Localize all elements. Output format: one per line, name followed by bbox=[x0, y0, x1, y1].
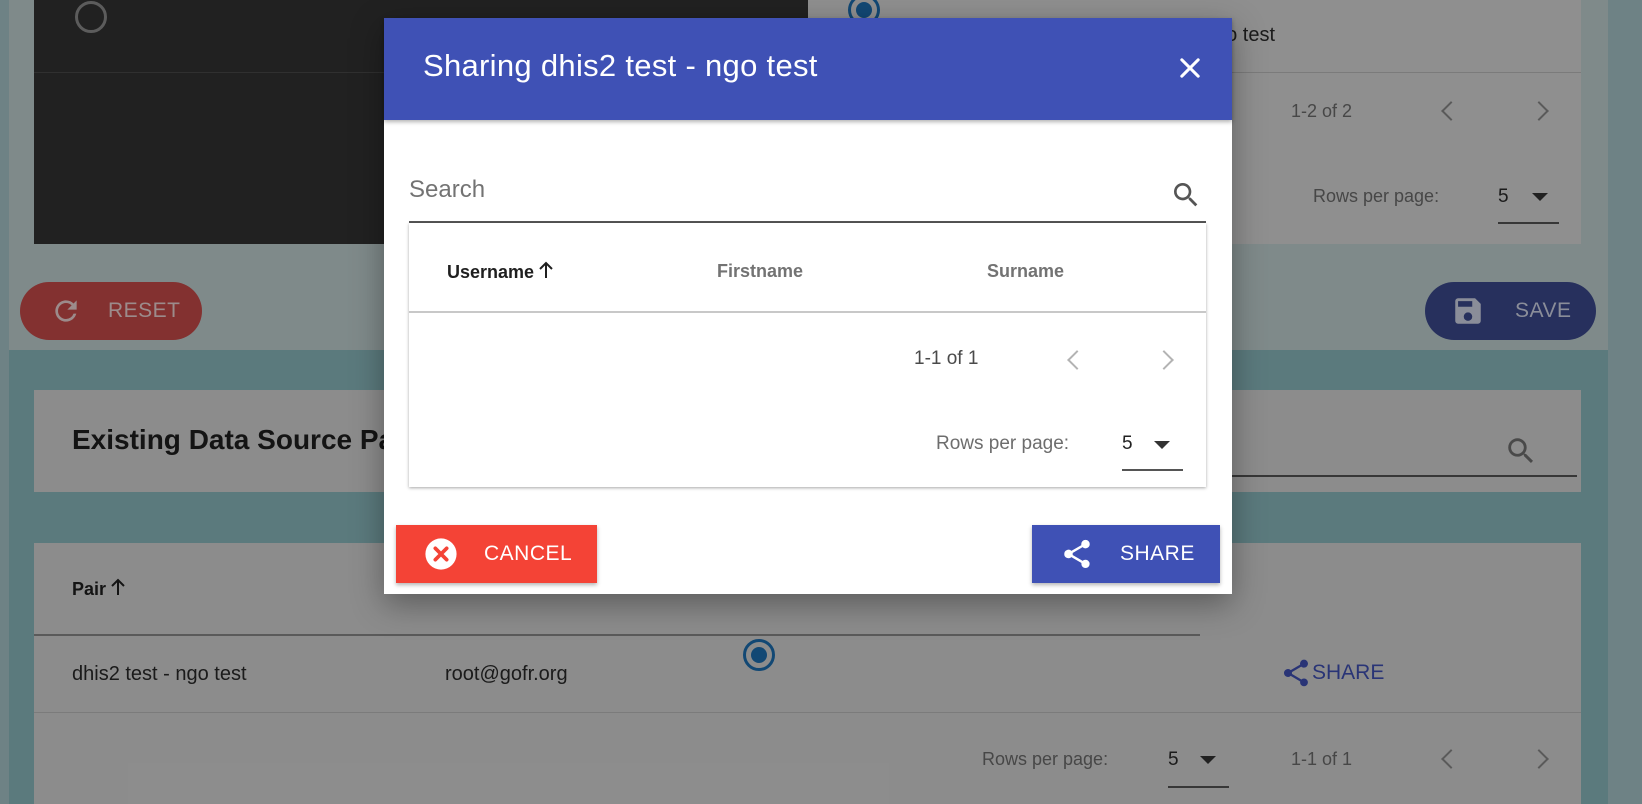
dialog-title: Sharing dhis2 test - ngo test bbox=[423, 48, 818, 83]
dialog-header: Sharing dhis2 test - ngo test bbox=[384, 18, 1232, 120]
username-column-header[interactable]: Username bbox=[447, 261, 554, 284]
users-table: Username Firstname Surname 1-1 of 1 Rows… bbox=[409, 223, 1206, 487]
dialog-rows-underline bbox=[1122, 469, 1183, 471]
cancel-button[interactable]: CANCEL bbox=[396, 525, 597, 583]
dialog-rows-per-page-value[interactable]: 5 bbox=[1122, 433, 1133, 455]
close-icon[interactable] bbox=[1176, 54, 1204, 82]
cancel-label: CANCEL bbox=[484, 542, 573, 565]
share-icon bbox=[1064, 539, 1090, 569]
dialog-rows-dropdown-icon[interactable] bbox=[1154, 441, 1170, 449]
search-icon[interactable] bbox=[1170, 179, 1202, 211]
dialog-pagination-text: 1-1 of 1 bbox=[914, 348, 979, 369]
search-input[interactable] bbox=[409, 170, 1151, 210]
sort-up-arrow-icon bbox=[538, 261, 554, 284]
firstname-column-header[interactable]: Firstname bbox=[717, 261, 803, 282]
cancel-circle-icon bbox=[425, 538, 457, 570]
share-dialog: Sharing dhis2 test - ngo test Username F… bbox=[384, 18, 1232, 594]
dialog-prev-page-icon[interactable] bbox=[1067, 350, 1087, 370]
surname-column-header[interactable]: Surname bbox=[987, 261, 1064, 282]
table-header-line bbox=[409, 311, 1206, 313]
share-label: SHARE bbox=[1120, 542, 1195, 565]
dialog-rows-per-page-label: Rows per page: bbox=[936, 433, 1070, 454]
dialog-next-page-icon[interactable] bbox=[1154, 350, 1174, 370]
share-button[interactable]: SHARE bbox=[1032, 525, 1220, 583]
